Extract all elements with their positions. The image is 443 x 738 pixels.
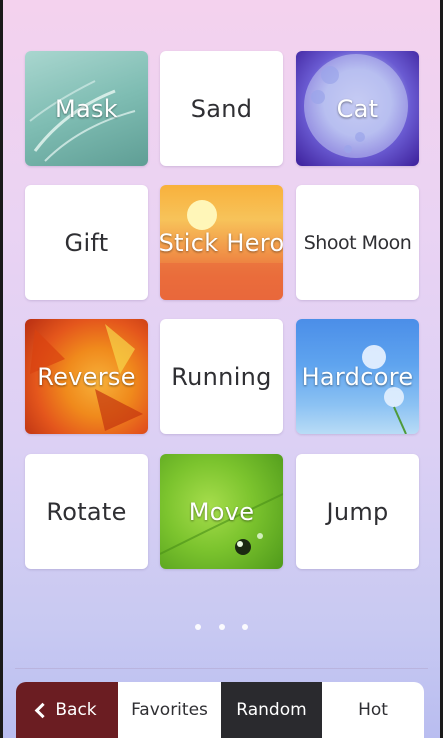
tile-jump[interactable]: Jump (296, 454, 419, 569)
page-dot[interactable] (241, 624, 248, 630)
tile-label: Sand (190, 94, 253, 123)
page-indicator (0, 615, 443, 634)
back-label: Back (55, 700, 97, 720)
tab-favorites[interactable]: Favorites (118, 682, 221, 738)
tile-label: Move (188, 497, 255, 526)
tile-stick-hero[interactable]: Stick Hero (160, 185, 283, 300)
tile-label: Running (171, 362, 272, 391)
tile-label: Gift (64, 228, 109, 257)
tab-random[interactable]: Random (221, 682, 322, 738)
tab-hot[interactable]: Hot (322, 682, 424, 738)
tile-label: Rotate (46, 497, 127, 526)
tile-reverse[interactable]: Reverse (25, 319, 148, 434)
tile-rotate[interactable]: Rotate (25, 454, 148, 569)
page-dot[interactable] (195, 624, 202, 630)
tile-label: Mask (54, 94, 119, 123)
tile-label: Cat (336, 94, 379, 123)
back-button[interactable]: Back (16, 682, 118, 738)
tile-label: Jump (326, 497, 389, 526)
tile-sand[interactable]: Sand (160, 51, 283, 166)
bottom-tab-bar: Back Favorites Random Hot (16, 682, 424, 738)
tab-label: Favorites (131, 700, 208, 720)
tab-label: Random (236, 700, 307, 720)
chevron-left-icon (35, 702, 51, 718)
tile-label: Hardcore (301, 362, 414, 391)
tile-label: Shoot Moon (303, 231, 412, 254)
tile-move[interactable]: Move (160, 454, 283, 569)
tile-mask[interactable]: Mask (25, 51, 148, 166)
tile-label: Stick Hero (160, 228, 283, 257)
tab-label: Hot (358, 700, 388, 720)
tile-cat[interactable]: Cat (296, 51, 419, 166)
tile-gift[interactable]: Gift (25, 185, 148, 300)
tile-shoot-moon[interactable]: Shoot Moon (296, 185, 419, 300)
tile-hardcore[interactable]: Hardcore (296, 319, 419, 434)
tile-label: Reverse (37, 362, 136, 391)
page-dot-active[interactable] (218, 624, 225, 630)
tile-running[interactable]: Running (160, 319, 283, 434)
divider (15, 668, 428, 669)
